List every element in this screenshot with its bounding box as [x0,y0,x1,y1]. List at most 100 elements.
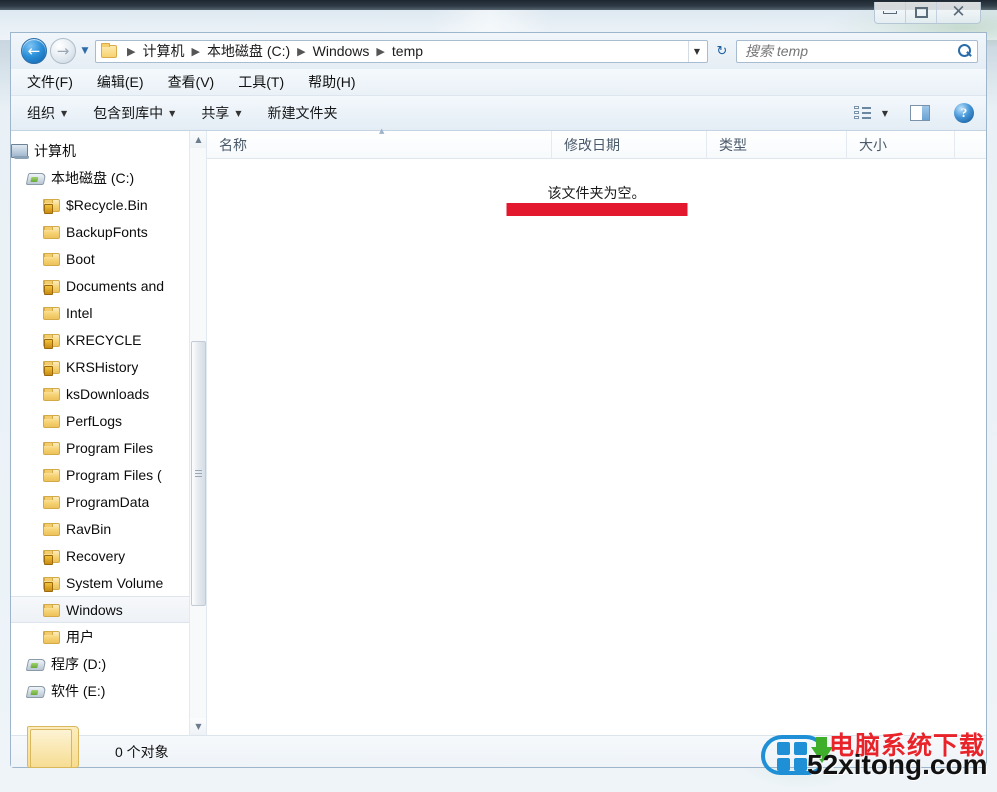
include-in-library-button[interactable]: 包含到库中 ▼ [93,103,175,123]
drive-icon [25,685,47,698]
sidebar-item-label: ksDownloads [66,385,150,402]
locked-folder-icon [43,577,60,592]
sidebar-item-label: 用户 [66,628,94,645]
chevron-down-icon: ▼ [235,108,242,118]
column-header-label: 名称 [219,136,247,153]
sidebar-item-program-files-[interactable]: Program Files ( [11,461,206,488]
sidebar-item-label: Intel [66,304,93,321]
empty-folder-message: 该文件夹为空。 [547,185,646,201]
sidebar-item-system-volume[interactable]: System Volume [11,569,206,596]
folder-icon [43,604,60,617]
back-button[interactable]: ← [21,38,47,64]
locked-folder-icon [43,334,60,349]
breadcrumb-separator[interactable]: ▶ [290,45,312,58]
chevron-down-icon: ▼ [169,108,176,118]
sidebar-item-程序-d-[interactable]: 程序 (D:) [11,650,206,677]
watermark-url-label: 52xitong.com [807,749,988,780]
address-bar: ← → ▼ ▶ 计算机 ▶ 本地磁盘 (C:) ▶ Windows ▶ temp… [11,33,986,69]
column-header-0[interactable]: 名称 [207,127,552,159]
sidebar-item-label: Program Files ( [66,466,162,483]
menu-item-view[interactable]: 查看(V) [168,72,215,92]
refresh-button[interactable]: ↻ [711,40,733,63]
breadcrumb-item-temp[interactable]: temp [392,43,423,59]
search-input[interactable] [745,43,957,59]
column-header-2[interactable]: 类型 [707,130,847,159]
chevron-down-icon[interactable]: ▼ [688,40,705,62]
explorer-window: ← → ▼ ▶ 计算机 ▶ 本地磁盘 (C:) ▶ Windows ▶ temp… [10,32,987,768]
column-header-row: 名称 修改日期 类型 大小 [207,127,986,159]
sidebar-item-intel[interactable]: Intel [11,299,206,326]
breadcrumb-separator[interactable]: ▶ [184,45,206,58]
sidebar-item-label: Program Files [66,439,154,456]
maximize-button[interactable] [906,2,937,23]
breadcrumb-item-computer[interactable]: 计算机 [142,41,184,61]
watermark-text: 电脑系统下载 52xitong.com [807,733,987,779]
sidebar-item-本地磁盘-c-[interactable]: 本地磁盘 (C:) [11,164,206,191]
new-folder-label: 新建文件夹 [267,105,338,121]
breadcrumb-item-windows[interactable]: Windows [313,43,370,59]
menu-item-tools[interactable]: 工具(T) [238,72,284,92]
scroll-down-button[interactable]: ▼ [190,718,206,735]
sidebar-item-recovery[interactable]: Recovery [11,542,206,569]
sidebar-item-label: 本地磁盘 (C:) [51,169,135,186]
navigation-pane: 计算机本地磁盘 (C:) $Recycle.Bin BackupFonts Boot D… [11,131,207,735]
close-button[interactable]: ✕ [937,2,980,23]
sidebar-item-ravbin[interactable]: RavBin [11,515,206,542]
sidebar-item-ksdownloads[interactable]: ksDownloads [11,380,206,407]
folder-icon [43,388,60,401]
sidebar-item-program-files[interactable]: Program Files [11,434,206,461]
sidebar-item-windows[interactable]: Windows [11,596,206,623]
sidebar-item-backupfonts[interactable]: BackupFonts [11,218,206,245]
sidebar-item-label: 计算机 [34,142,76,159]
folder-icon [101,42,117,58]
help-icon[interactable]: ? [954,103,974,123]
sidebar-item-label: BackupFonts [66,223,148,240]
scrollbar-grip [195,468,202,479]
menu-item-file[interactable]: 文件(F) [27,72,73,92]
navigation-scrollbar[interactable]: ▲ ▼ [189,131,206,735]
chevron-down-icon[interactable]: ▼ [882,109,888,118]
locked-folder-icon [43,199,60,214]
column-header-3[interactable]: 大小 [847,130,955,159]
organize-label: 组织 [27,105,55,121]
scroll-up-button[interactable]: ▲ [190,131,206,148]
sidebar-item-用户[interactable]: 用户 [11,623,206,650]
folder-icon [43,496,60,509]
sidebar-item-软件-e-[interactable]: 软件 (E:) [11,677,206,704]
sidebar-item-krshistory[interactable]: KRSHistory [11,353,206,380]
new-folder-button[interactable]: 新建文件夹 [267,103,337,123]
search-box[interactable] [736,39,978,63]
file-list-pane[interactable]: 名称 修改日期 类型 大小 该文件夹为空。 [207,127,986,735]
toolbar-right-group: ▼ ? [853,103,986,123]
breadcrumb[interactable]: ▶ 计算机 ▶ 本地磁盘 (C:) ▶ Windows ▶ temp ▼ [95,39,708,63]
organize-button[interactable]: 组织 ▼ [27,103,67,123]
red-annotation-bar [506,203,687,216]
forward-button[interactable]: → [50,38,76,64]
scrollbar-thumb[interactable] [191,341,206,606]
minimize-button[interactable] [875,2,906,23]
recent-pages-caret-icon[interactable]: ▼ [78,46,92,56]
sidebar-item-boot[interactable]: Boot [11,245,206,272]
breadcrumb-separator[interactable]: ▶ [120,45,142,58]
sidebar-item-krecycle[interactable]: KRECYCLE [11,326,206,353]
sidebar-item-perflogs[interactable]: PerfLogs [11,407,206,434]
view-mode-icon[interactable] [853,105,871,121]
menu-item-help[interactable]: 帮助(H) [308,72,355,92]
breadcrumb-separator[interactable]: ▶ [369,45,391,58]
item-count-label: 0 个对象 [115,743,169,760]
column-header-1[interactable]: 修改日期 [552,130,707,159]
sidebar-item-label: Documents and [66,277,165,294]
folder-icon [43,442,60,455]
sidebar-item-label: KRSHistory [66,358,139,375]
breadcrumb-item-local-disk[interactable]: 本地磁盘 (C:) [207,41,290,61]
sidebar-item-documents-and[interactable]: Documents and [11,272,206,299]
sidebar-item-计算机[interactable]: 计算机 [11,137,206,164]
column-header-label: 类型 [719,136,747,153]
sidebar-item-label: KRECYCLE [66,331,142,348]
sidebar-item--recycle-bin[interactable]: $Recycle.Bin [11,191,206,218]
share-button[interactable]: 共享 ▼ [201,103,241,123]
menu-item-edit[interactable]: 编辑(E) [97,72,144,92]
folder-icon [43,469,60,482]
sidebar-item-programdata[interactable]: ProgramData [11,488,206,515]
preview-pane-icon[interactable] [910,105,930,121]
